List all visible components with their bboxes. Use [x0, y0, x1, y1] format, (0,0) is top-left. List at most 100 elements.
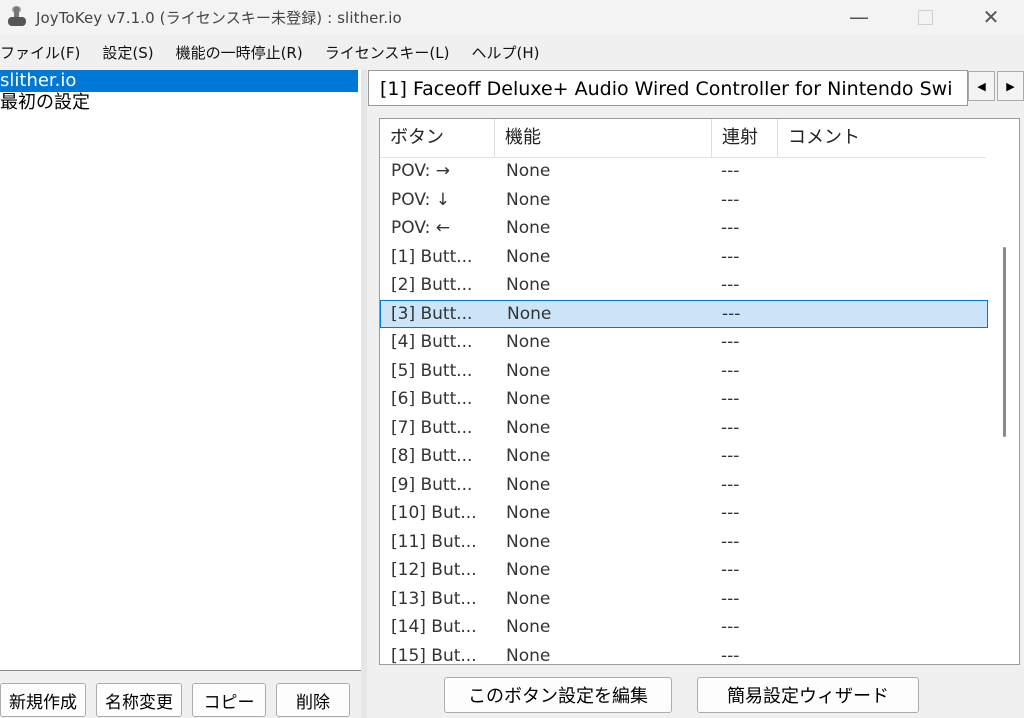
cell-function: None: [506, 503, 551, 524]
column-header-turbo[interactable]: 連射: [712, 119, 778, 157]
cell-function: None: [506, 588, 551, 609]
cell-function: None: [506, 389, 551, 410]
column-header-button[interactable]: ボタン: [380, 119, 495, 157]
table-header: ボタン 機能 連射 コメント: [380, 119, 986, 158]
menu-file[interactable]: ファイル(F): [0, 42, 90, 63]
cell-button: POV: ←: [391, 218, 450, 239]
column-header-function[interactable]: 機能: [495, 119, 712, 157]
cell-function: None: [506, 560, 551, 581]
table-row[interactable]: [14] But... None ---: [380, 613, 988, 642]
cell-button: [10] But...: [391, 503, 477, 524]
cell-function: None: [506, 474, 551, 495]
cell-function: None: [506, 246, 551, 267]
cell-function: None: [506, 446, 551, 467]
cell-turbo: ---: [721, 275, 740, 296]
cell-turbo: ---: [721, 560, 740, 581]
new-profile-button[interactable]: 新規作成: [0, 683, 86, 717]
menu-help[interactable]: ヘルプ(H): [471, 42, 549, 63]
cell-turbo: ---: [721, 332, 740, 353]
cell-button: [15] But...: [391, 645, 477, 665]
table-row[interactable]: [9] Butt... None ---: [380, 471, 988, 500]
scrollbar-thumb[interactable]: [1003, 247, 1006, 437]
menu-license[interactable]: ライセンスキー(L): [325, 42, 460, 63]
cell-turbo: ---: [722, 303, 741, 324]
controller-title: [1] Faceoff Deluxe+ Audio Wired Controll…: [368, 70, 968, 106]
cell-button: [8] Butt...: [391, 446, 473, 467]
window-title: JoyToKey v7.1.0 (ライセンスキー未登録) : slither.i…: [36, 8, 402, 27]
cell-button: [14] But...: [391, 617, 477, 638]
cell-button: [3] Butt...: [391, 303, 473, 324]
cell-function: None: [506, 645, 551, 665]
menu-pause[interactable]: 機能の一時停止(R): [176, 42, 313, 63]
cell-button: [1] Butt...: [391, 246, 473, 267]
cell-function: None: [506, 218, 551, 239]
cell-turbo: ---: [721, 645, 740, 665]
profile-list: slither.io 最初の設定: [0, 70, 362, 671]
cell-button: [6] Butt...: [391, 389, 473, 410]
menu-bar: ファイル(F) 設定(S) 機能の一時停止(R) ライセンスキー(L) ヘルプ(…: [0, 38, 1024, 66]
cell-function: None: [506, 531, 551, 552]
cell-button: [2] Butt...: [391, 275, 473, 296]
rename-button[interactable]: 名称変更: [96, 683, 182, 717]
cell-turbo: ---: [721, 218, 740, 239]
cell-turbo: ---: [721, 389, 740, 410]
title-bar: JoyToKey v7.1.0 (ライセンスキー未登録) : slither.i…: [0, 0, 1024, 34]
maximize-button[interactable]: [892, 0, 958, 34]
cell-turbo: ---: [721, 446, 740, 467]
cell-turbo: ---: [721, 360, 740, 381]
cell-function: None: [506, 617, 551, 638]
table-row[interactable]: [3] Butt... None ---: [380, 299, 988, 328]
table-row[interactable]: [10] But... None ---: [380, 499, 988, 528]
cell-button: [9] Butt...: [391, 474, 473, 495]
table-row[interactable]: POV: ↓ None ---: [380, 186, 988, 215]
table-row[interactable]: [5] Butt... None ---: [380, 357, 988, 386]
panel-splitter[interactable]: [361, 70, 367, 718]
menu-settings[interactable]: 設定(S): [102, 42, 163, 63]
table-row[interactable]: [4] Butt... None ---: [380, 328, 988, 357]
cell-turbo: ---: [721, 474, 740, 495]
cell-button: [12] But...: [391, 560, 477, 581]
delete-button[interactable]: 削除: [276, 683, 350, 717]
table-row[interactable]: [7] Butt... None ---: [380, 414, 988, 443]
cell-button: [4] Butt...: [391, 332, 473, 353]
cell-function: None: [506, 275, 551, 296]
cell-button: [13] But...: [391, 588, 477, 609]
copy-button[interactable]: コピー: [192, 683, 266, 717]
table-row[interactable]: [2] Butt... None ---: [380, 271, 988, 300]
maximize-icon: [917, 9, 933, 25]
cell-turbo: ---: [721, 531, 740, 552]
table-row[interactable]: POV: ← None ---: [380, 214, 988, 243]
edit-button-settings-button[interactable]: このボタン設定を編集: [444, 677, 672, 713]
setup-wizard-button[interactable]: 簡易設定ウィザード: [697, 677, 919, 713]
arrow-right-icon[interactable]: ▶: [997, 71, 1024, 101]
cell-function: None: [506, 189, 551, 210]
arrow-left-icon[interactable]: ◀: [968, 71, 995, 101]
joystick-icon: [6, 6, 28, 28]
button-table: ボタン 機能 連射 コメント POV: → None --- POV: ↓ None --…: [379, 118, 1020, 665]
cell-function: None: [506, 417, 551, 438]
cell-button: POV: →: [391, 161, 450, 182]
cell-function: None: [506, 332, 551, 353]
cell-function: None: [506, 161, 551, 182]
table-row[interactable]: [11] But... None ---: [380, 528, 988, 557]
cell-function: None: [507, 303, 552, 324]
table-body: POV: → None --- POV: ↓ None --- POV: ← None ---[…: [380, 157, 988, 665]
profile-item-default[interactable]: 最初の設定: [0, 92, 361, 114]
table-row[interactable]: [1] Butt... None ---: [380, 243, 988, 272]
cell-turbo: ---: [721, 161, 740, 182]
table-row[interactable]: POV: → None ---: [380, 157, 988, 186]
cell-turbo: ---: [721, 588, 740, 609]
table-row[interactable]: [13] But... None ---: [380, 585, 988, 614]
profile-item-slither[interactable]: slither.io: [0, 70, 358, 92]
table-row[interactable]: [6] Butt... None ---: [380, 385, 988, 414]
cell-function: None: [506, 360, 551, 381]
cell-turbo: ---: [721, 246, 740, 267]
table-row[interactable]: [15] But... None ---: [380, 642, 988, 665]
table-row[interactable]: [8] Butt... None ---: [380, 442, 988, 471]
column-header-comment[interactable]: コメント: [778, 119, 986, 157]
minimize-button[interactable]: —: [826, 0, 892, 34]
close-button[interactable]: ✕: [958, 0, 1024, 34]
table-row[interactable]: [12] But... None ---: [380, 556, 988, 585]
cell-button: POV: ↓: [391, 189, 450, 210]
cell-button: [7] Butt...: [391, 417, 473, 438]
